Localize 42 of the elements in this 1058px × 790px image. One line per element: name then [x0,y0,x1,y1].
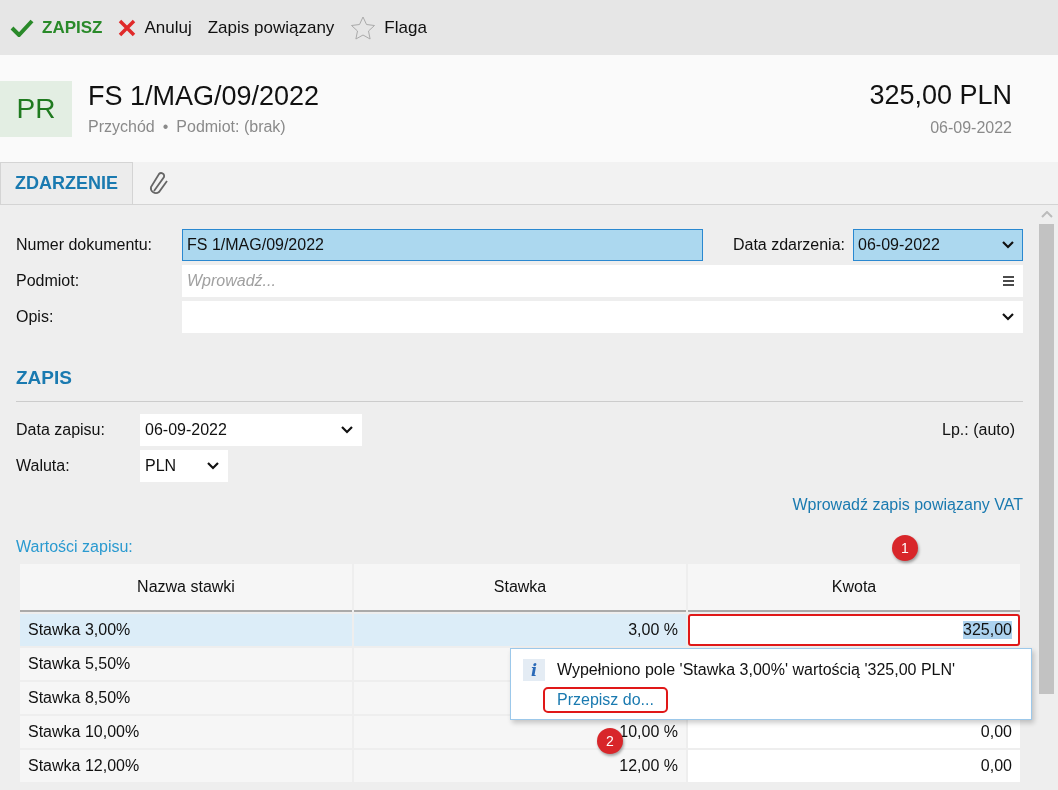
table-row-name: Stawka 10,00% [20,716,352,748]
cancel-button[interactable]: Anuluj [118,17,192,38]
copy-to-link[interactable]: Przepisz do... [543,687,668,713]
table-row-name: Stawka 5,50% [20,648,352,680]
table-row-name: Stawka 3,00% [20,614,352,646]
type-badge: PR [0,80,72,137]
table-row-name: Stawka 12,00% [20,750,352,782]
column-header: Stawka [354,564,686,612]
document-title: FS 1/MAG/09/2022 [88,81,321,112]
rate-cell: 3,00 % [354,614,686,646]
field-label: Opis: [16,308,55,326]
field-label: Waluta: [16,457,71,475]
values-label: Wartości zapisu: [16,538,133,556]
event-date-dropdown[interactable]: 06-09-2022 [853,229,1023,261]
entry-date-dropdown[interactable]: 06-09-2022 [140,414,362,446]
document-amount: 325,00 PLN [869,80,1012,111]
vat-entry-link[interactable]: Wprowadź zapis powiązany VAT [792,496,1023,514]
currency-dropdown[interactable]: PLN [140,450,228,482]
document-number-field[interactable]: FS 1/MAG/09/2022 [182,229,703,261]
linked-entry-button[interactable]: Zapis powiązany [207,17,335,38]
column-header: Kwota [688,564,1020,612]
event-tab[interactable]: ZDARZENIE [0,162,133,204]
document-type: Przychód [88,118,155,136]
table-row-name: Stawka 8,50% [20,682,352,714]
flag-button[interactable]: Flaga [350,15,427,40]
separator-dot: • [162,118,169,136]
save-button[interactable]: ZAPISZ [10,17,103,38]
rate-cell: 12,00 % [354,750,686,782]
step-marker: 1 [892,535,918,561]
amount-cell: 0,00 [688,750,1020,782]
field-label: Podmiot: [16,272,81,290]
document-subject: Podmiot: (brak) [176,118,286,136]
amount-input[interactable]: 325,00 [688,614,1020,646]
field-label: Data zdarzenia: [732,236,845,254]
section-title: ZAPIS [16,367,1023,402]
info-icon: i [523,659,545,681]
field-label: Numer dokumentu: [16,236,154,254]
column-header: Nazwa stawki [20,564,352,612]
field-label: Data zapisu: [16,421,106,439]
popup-message: Wypełniono pole 'Stawka 3,00%' wartością '325,00 PLN' [557,661,956,679]
lp-label: Lp.: (auto) [942,421,1015,439]
document-date: 06-09-2022 [930,119,1012,137]
